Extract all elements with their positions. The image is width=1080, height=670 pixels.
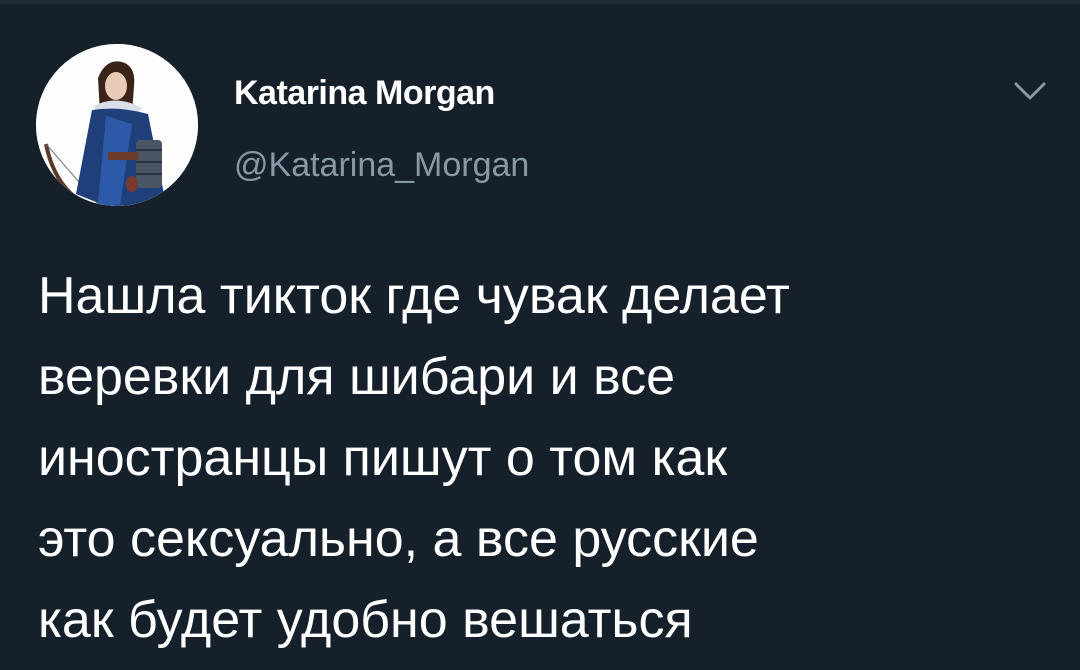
tweet: Katarina Morgan @Katarina_Morgan Нашла т…: [0, 4, 1080, 670]
author-handle[interactable]: @Katarina_Morgan: [234, 146, 529, 185]
avatar[interactable]: [36, 44, 198, 206]
tweet-text-line: веревки для шибари и все: [38, 348, 676, 406]
tweet-text: Нашла тикток где чувак делает веревки дл…: [38, 256, 1048, 661]
tweet-text-line: это сексуально, а все русские: [38, 510, 759, 568]
author-display-name[interactable]: Katarina Morgan: [234, 74, 495, 113]
chevron-down-icon: [1014, 82, 1046, 100]
tweet-text-line: Нашла тикток где чувак делает: [38, 267, 790, 325]
tweet-text-line: как будет удобно вешаться: [38, 591, 693, 649]
archer-avatar-icon: [36, 44, 198, 206]
tweet-menu-button[interactable]: [1010, 76, 1050, 106]
tweet-text-line: иностранцы пишут о том как: [38, 429, 728, 487]
